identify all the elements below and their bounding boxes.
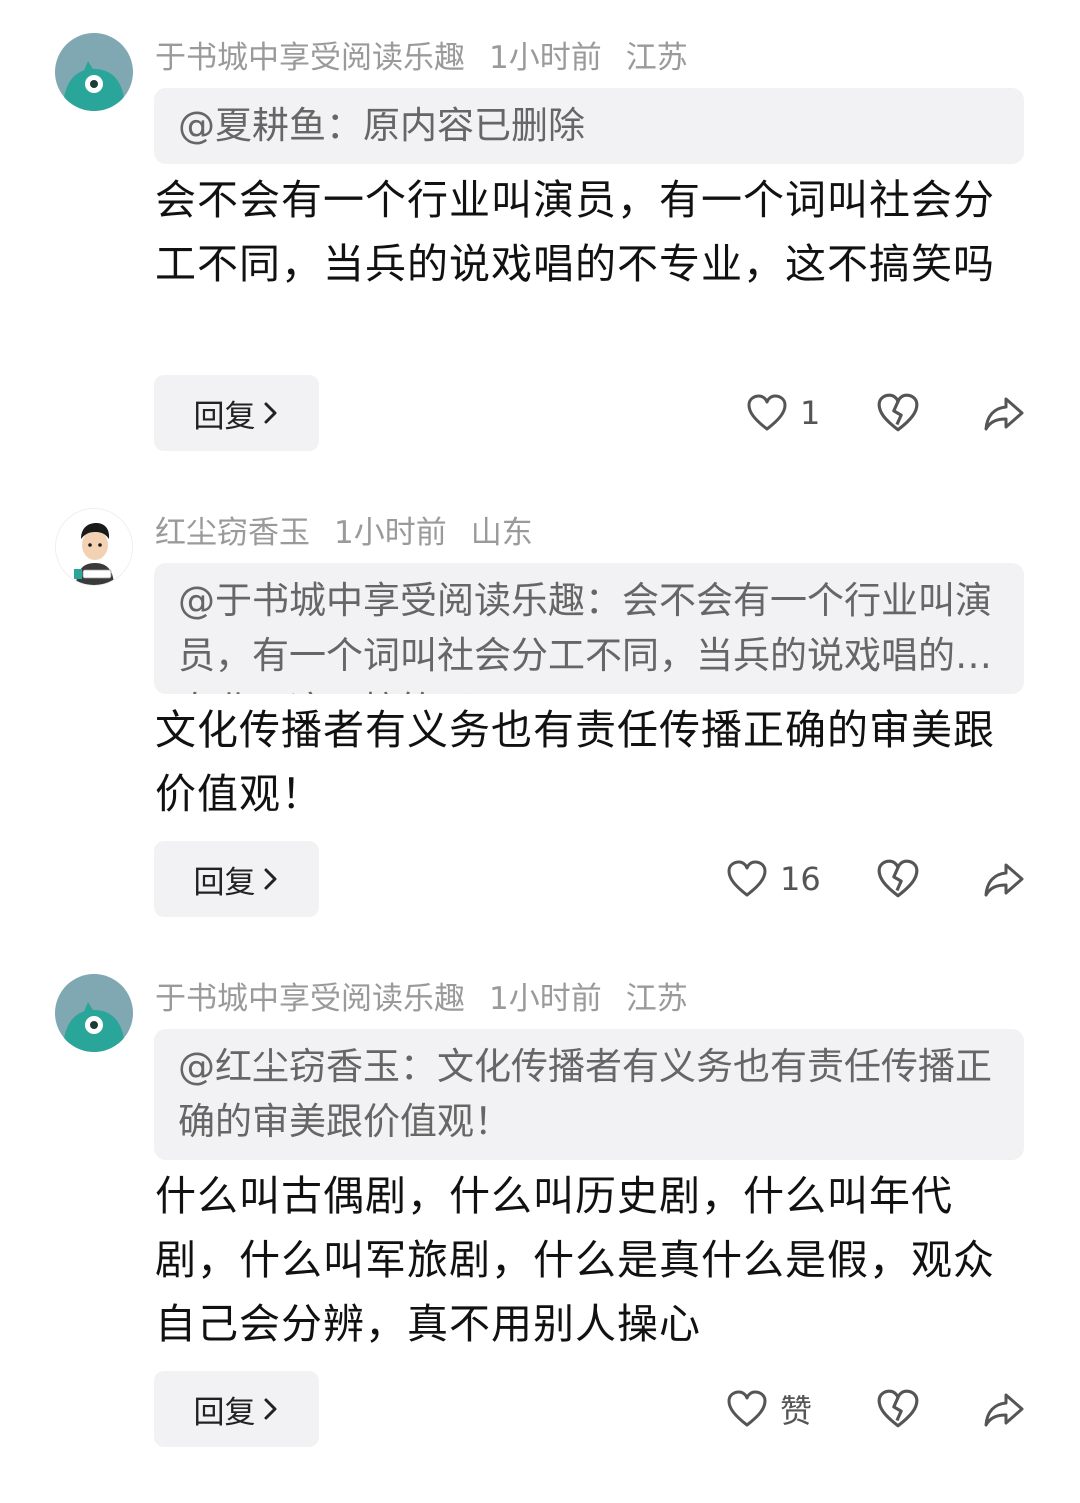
heart-icon (727, 1390, 767, 1427)
location: 山东 (470, 514, 533, 551)
avatar[interactable] (55, 508, 133, 586)
quoted-comment[interactable]: @夏耕鱼：原内容已删除 (154, 88, 1024, 164)
like-count: 16 (780, 860, 821, 898)
teal-monster-avatar-icon (55, 33, 133, 111)
like-button[interactable]: 16 (726, 841, 821, 917)
like-count: 赞 (780, 1392, 813, 1430)
username[interactable]: 于书城中享受阅读乐趣 (155, 973, 465, 1018)
like-count: 1 (800, 394, 821, 432)
share-button[interactable] (982, 1387, 1026, 1431)
like-button[interactable]: 赞 (726, 1371, 812, 1447)
share-button[interactable] (982, 391, 1026, 435)
comment-meta: 红尘窃香玉 1小时前 山东 (155, 507, 557, 552)
avatar[interactable] (55, 33, 133, 111)
reply-label: 回复 (193, 864, 256, 901)
comment-text: 什么叫古偶剧，什么叫历史剧，什么叫年代剧，什么叫军旅剧，什么是真什么是假，观众自… (155, 1172, 995, 1348)
avatar[interactable] (55, 974, 133, 1052)
comment-meta: 于书城中享受阅读乐趣 1小时前 江苏 (155, 973, 712, 1018)
broken-heart-icon (877, 1389, 919, 1428)
share-icon (984, 397, 1024, 431)
chevron-right-icon (264, 1398, 276, 1420)
comment-text: 会不会有一个行业叫演员，有一个词叫社会分工不同，当兵的说戏唱的不专业，这不搞笑吗 (155, 176, 995, 288)
like-button[interactable]: 1 (746, 375, 820, 451)
reply-button[interactable]: 回复 (154, 375, 319, 451)
dislike-button[interactable] (876, 857, 920, 901)
share-icon (984, 1393, 1024, 1427)
cartoon-man-avatar-icon (56, 509, 132, 585)
quoted-comment[interactable]: @红尘窃香玉：文化传播者有义务也有责任传播正确的审美跟价值观！ (154, 1029, 1024, 1160)
username[interactable]: 于书城中享受阅读乐趣 (155, 32, 465, 77)
location: 江苏 (625, 39, 688, 76)
heart-icon (747, 394, 787, 431)
timestamp: 1小时前 (489, 39, 602, 76)
broken-heart-icon (877, 393, 919, 432)
comment-meta: 于书城中享受阅读乐趣 1小时前 江苏 (155, 32, 712, 77)
quoted-comment[interactable]: @于书城中享受阅读乐趣：会不会有一个行业叫演员，有一个词叫社会分工不同，当兵的说… (154, 563, 1024, 694)
share-button[interactable] (982, 857, 1026, 901)
broken-heart-icon (877, 859, 919, 898)
location: 江苏 (625, 980, 688, 1017)
dislike-button[interactable] (876, 391, 920, 435)
share-icon (984, 863, 1024, 897)
timestamp: 1小时前 (489, 980, 602, 1017)
reply-label: 回复 (193, 398, 256, 435)
reply-button[interactable]: 回复 (154, 1371, 319, 1447)
teal-monster-avatar-icon (55, 974, 133, 1052)
username[interactable]: 红尘窃香玉 (155, 507, 310, 552)
timestamp: 1小时前 (334, 514, 447, 551)
dislike-button[interactable] (876, 1387, 920, 1431)
reply-button[interactable]: 回复 (154, 841, 319, 917)
heart-icon (727, 860, 767, 897)
chevron-right-icon (264, 868, 276, 890)
reply-label: 回复 (193, 1394, 256, 1431)
chevron-right-icon (264, 402, 276, 424)
comment-text: 文化传播者有义务也有责任传播正确的审美跟价值观！ (155, 706, 995, 818)
